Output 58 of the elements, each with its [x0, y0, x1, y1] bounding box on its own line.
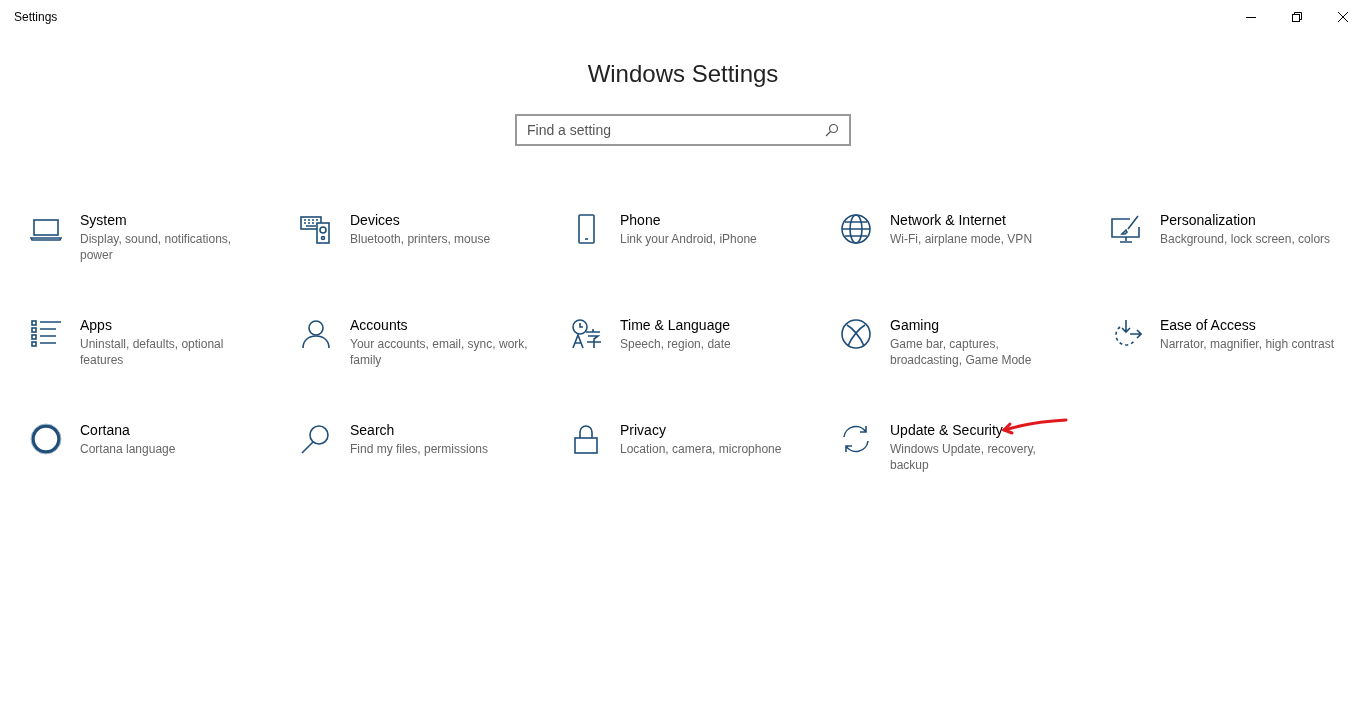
- search-icon: [825, 123, 839, 137]
- restore-icon: [1292, 12, 1302, 22]
- circular-arrows-icon: [840, 423, 872, 455]
- tile-description: Location, camera, microphone: [620, 441, 783, 457]
- tile-description: Windows Update, recovery, backup: [890, 441, 1037, 473]
- person-icon: [300, 318, 332, 350]
- tile-title: Privacy: [620, 421, 667, 439]
- ring-icon: [30, 423, 62, 455]
- settings-tile[interactable]: Phone Link your Android, iPhone: [570, 211, 840, 285]
- tile-title: System: [80, 211, 128, 229]
- tile-title: Accounts: [350, 316, 409, 334]
- window-title: Settings: [13, 9, 58, 26]
- tile-title: Apps: [80, 316, 113, 334]
- tile-title: Gaming: [890, 316, 941, 334]
- tile-description: Link your Android, iPhone: [620, 231, 758, 247]
- tile-title: Personalization: [1160, 211, 1257, 229]
- tile-description: Uninstall, defaults, optional features: [80, 336, 225, 368]
- tile-description: Cortana language: [80, 441, 177, 457]
- tile-description: Speech, region, date: [620, 336, 732, 352]
- tile-description: Wi-Fi, airplane mode, VPN: [890, 231, 1034, 247]
- page-heading: Windows Settings: [587, 59, 779, 89]
- magnifier-icon: [300, 423, 332, 455]
- search-field[interactable]: Find a setting: [515, 114, 851, 146]
- tile-description: Your accounts, email, sync, work, family: [350, 336, 528, 368]
- monitor-brush-icon: [1110, 213, 1142, 245]
- tile-title: Time & Language: [620, 316, 731, 334]
- tile-title: Update & Security: [890, 421, 1004, 439]
- settings-tile[interactable]: Apps Uninstall, defaults, optional features: [30, 316, 300, 390]
- clock-letter-icon: [570, 318, 602, 350]
- settings-tile[interactable]: Gaming Game bar, captures, broadcasting, Game Mode: [840, 316, 1110, 390]
- tile-title: Network & Internet: [890, 211, 1007, 229]
- settings-tile[interactable]: Devices Bluetooth, printers, mouse: [300, 211, 570, 285]
- globe-icon: [840, 213, 872, 245]
- list-icon: [30, 318, 62, 350]
- xbox-icon: [840, 318, 872, 350]
- tile-title: Devices: [350, 211, 401, 229]
- tile-description: Background, lock screen, colors: [1160, 231, 1332, 247]
- settings-tile[interactable]: Cortana Cortana language: [30, 421, 300, 495]
- tile-title: Cortana: [80, 421, 131, 439]
- settings-tile[interactable]: Network & Internet Wi-Fi, airplane mode, VPN: [840, 211, 1110, 285]
- tile-title: Phone: [620, 211, 662, 229]
- tile-description: Display, sound, notifications, power: [80, 231, 233, 263]
- close-icon: [1338, 12, 1348, 22]
- settings-tile[interactable]: System Display, sound, notifications, power: [30, 211, 300, 285]
- settings-tile[interactable]: Update & Security Windows Update, recovery, backup: [840, 421, 1110, 495]
- settings-tile[interactable]: Accounts Your accounts, email, sync, work, family: [300, 316, 570, 390]
- tile-description: Game bar, captures, broadcasting, Game Mode: [890, 336, 1033, 368]
- keyboard-speaker-icon: [300, 213, 332, 245]
- tile-description: Find my files, permissions: [350, 441, 490, 457]
- settings-tile[interactable]: Personalization Background, lock screen, colors: [1110, 211, 1366, 285]
- settings-tile[interactable]: Time & Language Speech, region, date: [570, 316, 840, 390]
- tile-title: Ease of Access: [1160, 316, 1257, 334]
- settings-tile[interactable]: Privacy Location, camera, microphone: [570, 421, 840, 495]
- settings-tile[interactable]: Search Find my files, permissions: [300, 421, 570, 495]
- tile-description: Bluetooth, printers, mouse: [350, 231, 492, 247]
- tile-description: Narrator, magnifier, high contrast: [1160, 336, 1336, 352]
- tile-title: Search: [350, 421, 396, 439]
- settings-tile[interactable]: Ease of Access Narrator, magnifier, high contrast: [1110, 316, 1366, 390]
